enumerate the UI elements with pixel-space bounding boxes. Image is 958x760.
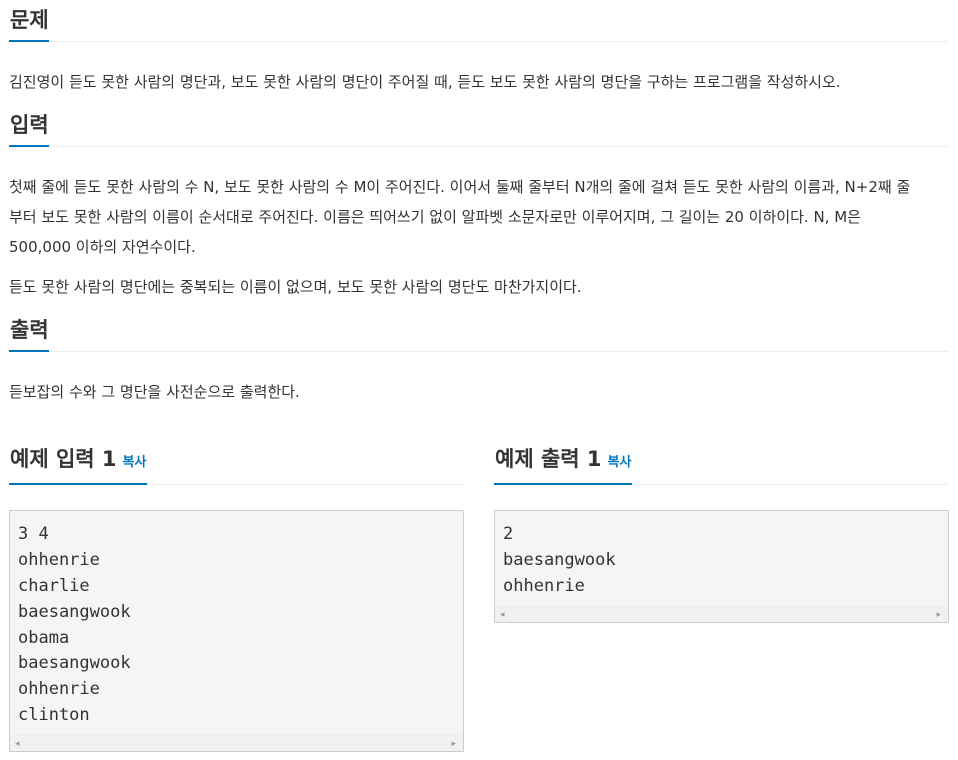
- sample-output-header: 예제 출력 1 복사: [494, 443, 949, 485]
- output-description: 듣보잡의 수와 그 명단을 사전순으로 출력한다.: [9, 383, 300, 401]
- copy-sample-input-button[interactable]: 복사: [123, 455, 147, 470]
- copy-sample-output-button[interactable]: 복사: [608, 455, 632, 470]
- code-line: clinton: [18, 705, 90, 726]
- input-title-underline: [9, 145, 49, 147]
- input-header: 입력: [9, 106, 949, 147]
- code-line: charlie: [18, 575, 90, 596]
- scroll-left-icon[interactable]: ◂: [500, 610, 505, 620]
- samples-row: 예제 입력 1 복사 3 4 ohhenrie charlie baesangwo…: [9, 443, 949, 753]
- code-line: baesangwook: [18, 601, 131, 622]
- sample-input-horizontal-scrollbar[interactable]: ◂ ▸: [10, 735, 463, 752]
- input-description-line: 부터 보도 못한 사람의 이름이 순서대로 주어진다. 이름은 띄어쓰기 없이 …: [9, 208, 861, 226]
- scroll-right-icon[interactable]: ▸: [451, 739, 456, 749]
- code-line: ohhenrie: [18, 679, 100, 700]
- code-line: baesangwook: [18, 653, 131, 674]
- code-line: ohhenrie: [503, 575, 585, 596]
- sample-input-code-block[interactable]: 3 4 ohhenrie charlie baesangwook obama b…: [9, 510, 464, 753]
- output-title-underline: [9, 350, 49, 352]
- scroll-right-icon[interactable]: ▸: [936, 610, 941, 620]
- input-constraint: 듣도 못한 사람의 명단에는 중복되는 이름이 없으며, 보도 못한 사람의 명…: [9, 278, 582, 296]
- sample-input-title: 예제 입력 1: [10, 447, 117, 471]
- problem-title-underline: [9, 40, 49, 42]
- input-description: 첫째 줄에 듣도 못한 사람의 수 N, 보도 못한 사람의 수 M이 주어진다…: [9, 172, 949, 262]
- sample-input-header: 예제 입력 1 복사: [9, 443, 464, 485]
- sample-output-title-underline: [494, 483, 632, 485]
- problem-page: 문제 김진영이 듣도 못한 사람의 명단과, 보도 못한 사람의 명단이 주어질…: [0, 0, 958, 760]
- code-line: obama: [18, 627, 70, 648]
- problem-header: 문제: [9, 0, 949, 42]
- sample-output-heading: 예제 출력 1 복사: [495, 446, 631, 476]
- sample-output-horizontal-scrollbar[interactable]: ◂ ▸: [495, 605, 948, 622]
- code-line: ohhenrie: [18, 549, 100, 570]
- code-line: 2: [503, 524, 514, 544]
- sample-input-lines: 3 4 ohhenrie charlie baesangwook obama b…: [10, 511, 463, 735]
- sample-output-title: 예제 출력 1: [495, 447, 602, 471]
- sample-input-heading: 예제 입력 1 복사: [10, 446, 146, 476]
- code-line: 3 4: [18, 524, 49, 544]
- sample-output-lines: 2 baesangwook ohhenrie: [495, 511, 948, 606]
- input-description-line: 첫째 줄에 듣도 못한 사람의 수 N, 보도 못한 사람의 수 M이 주어진다…: [9, 178, 911, 196]
- scroll-left-icon[interactable]: ◂: [15, 739, 20, 749]
- sample-input: 예제 입력 1 복사 3 4 ohhenrie charlie baesangwo…: [9, 443, 464, 753]
- code-line: baesangwook: [503, 549, 616, 570]
- sample-input-title-underline: [9, 483, 147, 485]
- problem-description: 김진영이 듣도 못한 사람의 명단과, 보도 못한 사람의 명단이 주어질 때,…: [9, 73, 841, 91]
- input-description-line: 500,000 이하의 자연수이다.: [9, 238, 196, 256]
- input-title: 입력: [10, 113, 49, 137]
- problem-title: 문제: [10, 8, 49, 32]
- sample-output-code-block[interactable]: 2 baesangwook ohhenrie ◂ ▸: [494, 510, 949, 623]
- output-header: 출력: [9, 309, 949, 352]
- sample-output: 예제 출력 1 복사 2 baesangwook ohhenrie ◂ ▸: [494, 443, 949, 623]
- output-title: 출력: [10, 318, 49, 342]
